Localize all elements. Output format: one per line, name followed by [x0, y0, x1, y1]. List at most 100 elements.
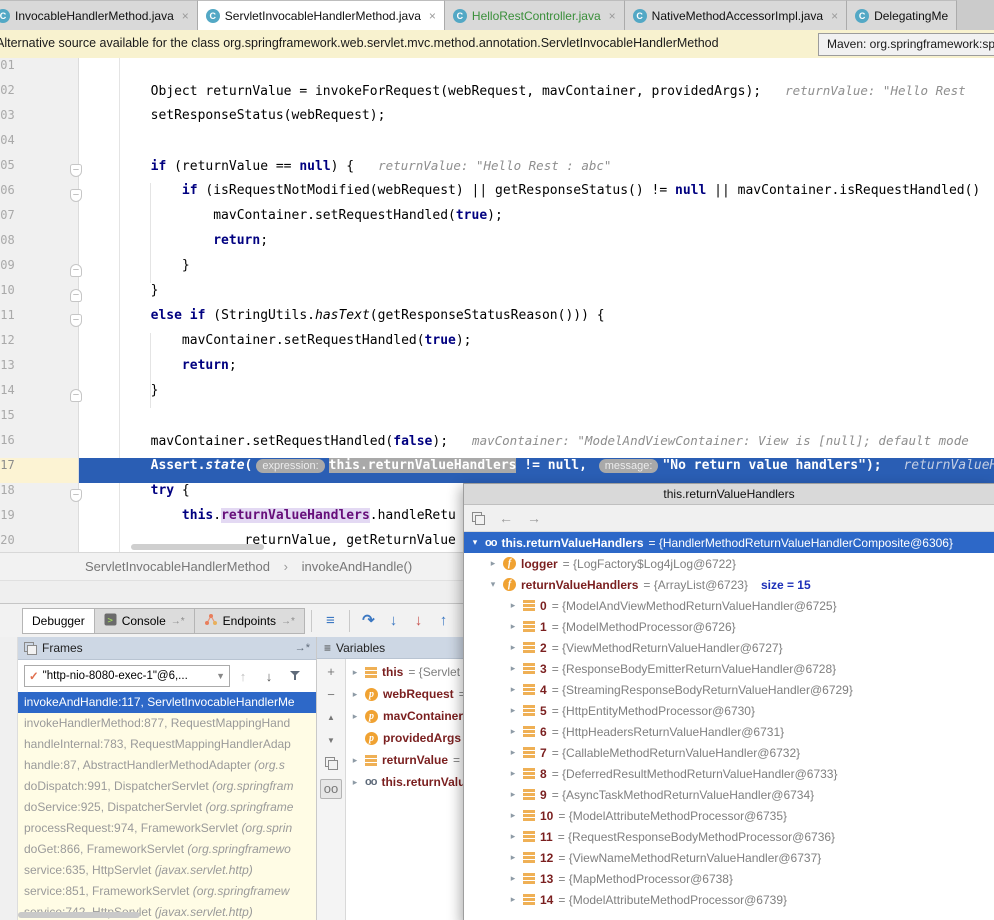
- editor-tab[interactable]: CDelegatingMe: [847, 0, 957, 30]
- editor-tab[interactable]: CHelloRestController.java×: [445, 0, 625, 30]
- add-watch-icon[interactable]: +: [321, 665, 341, 679]
- popup-tree-row[interactable]: ▸14 = {ModelAttributeMethodProcessor@673…: [464, 889, 994, 910]
- chevron-right-icon[interactable]: ▸: [350, 755, 360, 766]
- chevron-right-icon[interactable]: ▸: [508, 768, 518, 779]
- layout-menu-icon[interactable]: ≡: [318, 609, 343, 633]
- editor-hscrollbar-thumb[interactable]: [131, 544, 264, 550]
- popup-tree-row[interactable]: ▸7 = {CallableMethodReturnValueHandler@6…: [464, 742, 994, 763]
- code-line[interactable]: 107 mavContainer.setRequestHandled(true)…: [0, 208, 994, 233]
- frame-row[interactable]: service:635, HttpServlet (javax.servlet.…: [18, 860, 316, 881]
- fold-marker-icon[interactable]: –: [70, 489, 82, 502]
- chevron-right-icon[interactable]: ▸: [350, 667, 360, 678]
- frame-row[interactable]: doDispatch:991, DispatcherServlet (org.s…: [18, 776, 316, 797]
- popup-tree-row[interactable]: ▸1 = {ModelMethodProcessor@6726}: [464, 616, 994, 637]
- code-line[interactable]: 102 Object returnValue = invokeForReques…: [0, 83, 994, 108]
- maven-source-button[interactable]: Maven: org.springframework:sprin: [818, 33, 994, 56]
- chevron-right-icon[interactable]: ▸: [508, 894, 518, 905]
- popup-tree-row[interactable]: ▸3 = {ResponseBodyEmitterReturnValueHand…: [464, 658, 994, 679]
- duplicate-icon[interactable]: [325, 757, 338, 770]
- fold-marker-icon[interactable]: –: [70, 289, 82, 302]
- chevron-right-icon[interactable]: ▸: [508, 852, 518, 863]
- remove-watch-icon[interactable]: −: [321, 688, 341, 702]
- restore-layout-icon[interactable]: →*: [295, 642, 310, 654]
- previous-frame-icon[interactable]: ↑: [230, 669, 256, 684]
- watches-toggle-icon[interactable]: oo: [320, 779, 342, 799]
- next-frame-icon[interactable]: ↓: [256, 669, 282, 684]
- code-line[interactable]: 106– if (isRequestNotModified(webRequest…: [0, 183, 994, 208]
- code-line[interactable]: 114– }: [0, 383, 994, 408]
- tab-close-icon[interactable]: ×: [831, 9, 838, 23]
- chevron-down-icon[interactable]: ▾: [470, 537, 480, 548]
- thread-dropdown[interactable]: ✓ "http-nio-8080-exec-1"@6,... ▼: [24, 665, 230, 687]
- popup-tree-row[interactable]: ▾oothis.returnValueHandlers = {HandlerMe…: [464, 532, 994, 553]
- chevron-right-icon[interactable]: ▸: [350, 711, 360, 722]
- chevron-right-icon[interactable]: ▸: [508, 684, 518, 695]
- chevron-right-icon[interactable]: ▸: [508, 600, 518, 611]
- popup-tree-row[interactable]: ▸8 = {DeferredResultMethodReturnValueHan…: [464, 763, 994, 784]
- chevron-right-icon[interactable]: ▸: [508, 789, 518, 800]
- frame-row[interactable]: service:851, FrameworkServlet (org.sprin…: [18, 881, 316, 902]
- chevron-right-icon[interactable]: ▸: [508, 810, 518, 821]
- fold-marker-icon[interactable]: –: [70, 189, 82, 202]
- filter-icon[interactable]: [282, 669, 308, 684]
- popup-tree-row[interactable]: ▸4 = {StreamingResponseBodyReturnValueHa…: [464, 679, 994, 700]
- frames-hscrollbar-thumb[interactable]: [18, 912, 140, 918]
- chevron-right-icon[interactable]: ▸: [508, 663, 518, 674]
- chevron-right-icon[interactable]: ▸: [508, 873, 518, 884]
- chevron-right-icon[interactable]: ▸: [508, 747, 518, 758]
- popup-tree-row[interactable]: ▸2 = {ViewMethodReturnValueHandler@6727}: [464, 637, 994, 658]
- duplicate-node-icon[interactable]: [472, 512, 485, 525]
- fold-marker-icon[interactable]: –: [70, 314, 82, 327]
- popup-tree-row[interactable]: ▸13 = {MapMethodProcessor@6738}: [464, 868, 994, 889]
- chevron-right-icon[interactable]: ▸: [488, 558, 498, 569]
- popup-tree-row[interactable]: ▸5 = {HttpEntityMethodProcessor@6730}: [464, 700, 994, 721]
- code-line[interactable]: 116 mavContainer.setRequestHandled(false…: [0, 433, 994, 458]
- toolwindow-tab-debugger[interactable]: Debugger: [22, 608, 95, 634]
- fold-marker-icon[interactable]: –: [70, 164, 82, 177]
- frame-row[interactable]: processRequest:974, FrameworkServlet (or…: [18, 818, 316, 839]
- frame-row[interactable]: handle:87, AbstractHandlerMethodAdapter …: [18, 755, 316, 776]
- tab-close-icon[interactable]: ×: [182, 9, 189, 23]
- breadcrumb-class[interactable]: ServletInvocableHandlerMethod: [85, 559, 270, 574]
- toolwindow-tab-endpoints[interactable]: Endpoints→*: [194, 608, 305, 634]
- code-line[interactable]: 115: [0, 408, 994, 433]
- back-icon[interactable]: ←: [499, 510, 513, 526]
- code-line[interactable]: 103 setResponseStatus(webRequest);: [0, 108, 994, 133]
- move-down-icon[interactable]: ▼: [321, 734, 341, 748]
- breadcrumb-method[interactable]: invokeAndHandle(): [302, 559, 413, 574]
- popup-tree-row[interactable]: ▸10 = {ModelAttributeMethodProcessor@673…: [464, 805, 994, 826]
- popup-tree-row[interactable]: ▸0 = {ModelAndViewMethodReturnValueHandl…: [464, 595, 994, 616]
- chevron-right-icon[interactable]: ▸: [350, 777, 360, 788]
- fold-marker-icon[interactable]: –: [70, 264, 82, 277]
- forward-icon[interactable]: →: [527, 510, 541, 526]
- frame-row[interactable]: invokeHandlerMethod:877, RequestMappingH…: [18, 713, 316, 734]
- code-line[interactable]: 117 Assert.state(expression:this.returnV…: [0, 458, 994, 483]
- chevron-down-icon[interactable]: ▾: [488, 579, 498, 590]
- popup-tree-row[interactable]: ▸flogger = {LogFactory$Log4jLog@6722}: [464, 553, 994, 574]
- chevron-right-icon[interactable]: ▸: [508, 705, 518, 716]
- tab-close-icon[interactable]: ×: [429, 9, 436, 23]
- frame-row[interactable]: doService:925, DispatcherServlet (org.sp…: [18, 797, 316, 818]
- chevron-right-icon[interactable]: ▸: [508, 642, 518, 653]
- code-line[interactable]: 109– }: [0, 258, 994, 283]
- chevron-right-icon[interactable]: ▸: [508, 726, 518, 737]
- force-step-into-icon[interactable]: ↓: [406, 609, 431, 633]
- code-line[interactable]: 101: [0, 58, 994, 83]
- popup-tree-row[interactable]: ▸12 = {ViewNameMethodReturnValueHandler@…: [464, 847, 994, 868]
- step-over-icon[interactable]: ↷: [356, 609, 381, 633]
- tab-close-icon[interactable]: ×: [609, 9, 616, 23]
- editor-tab[interactable]: CNativeMethodAccessorImpl.java×: [625, 0, 847, 30]
- frame-row[interactable]: handleInternal:783, RequestMappingHandle…: [18, 734, 316, 755]
- editor-tab[interactable]: CServletInvocableHandlerMethod.java×: [198, 0, 445, 30]
- code-line[interactable]: 104: [0, 133, 994, 158]
- toolwindow-tab-console[interactable]: >Console→*: [94, 608, 195, 634]
- popup-tree-row[interactable]: ▾freturnValueHandlers = {ArrayList@6723}…: [464, 574, 994, 595]
- step-out-icon[interactable]: ↑: [431, 609, 456, 633]
- code-line[interactable]: 105– if (returnValue == null) {returnVal…: [0, 158, 994, 183]
- code-line[interactable]: 111– else if (StringUtils.hasText(getRes…: [0, 308, 994, 333]
- step-into-icon[interactable]: ↓: [381, 609, 406, 633]
- code-line[interactable]: 113 return;: [0, 358, 994, 383]
- fold-marker-icon[interactable]: –: [70, 389, 82, 402]
- frame-row[interactable]: invokeAndHandle:117, ServletInvocableHan…: [18, 692, 316, 713]
- code-editor[interactable]: 101102 Object returnValue = invokeForReq…: [0, 58, 994, 552]
